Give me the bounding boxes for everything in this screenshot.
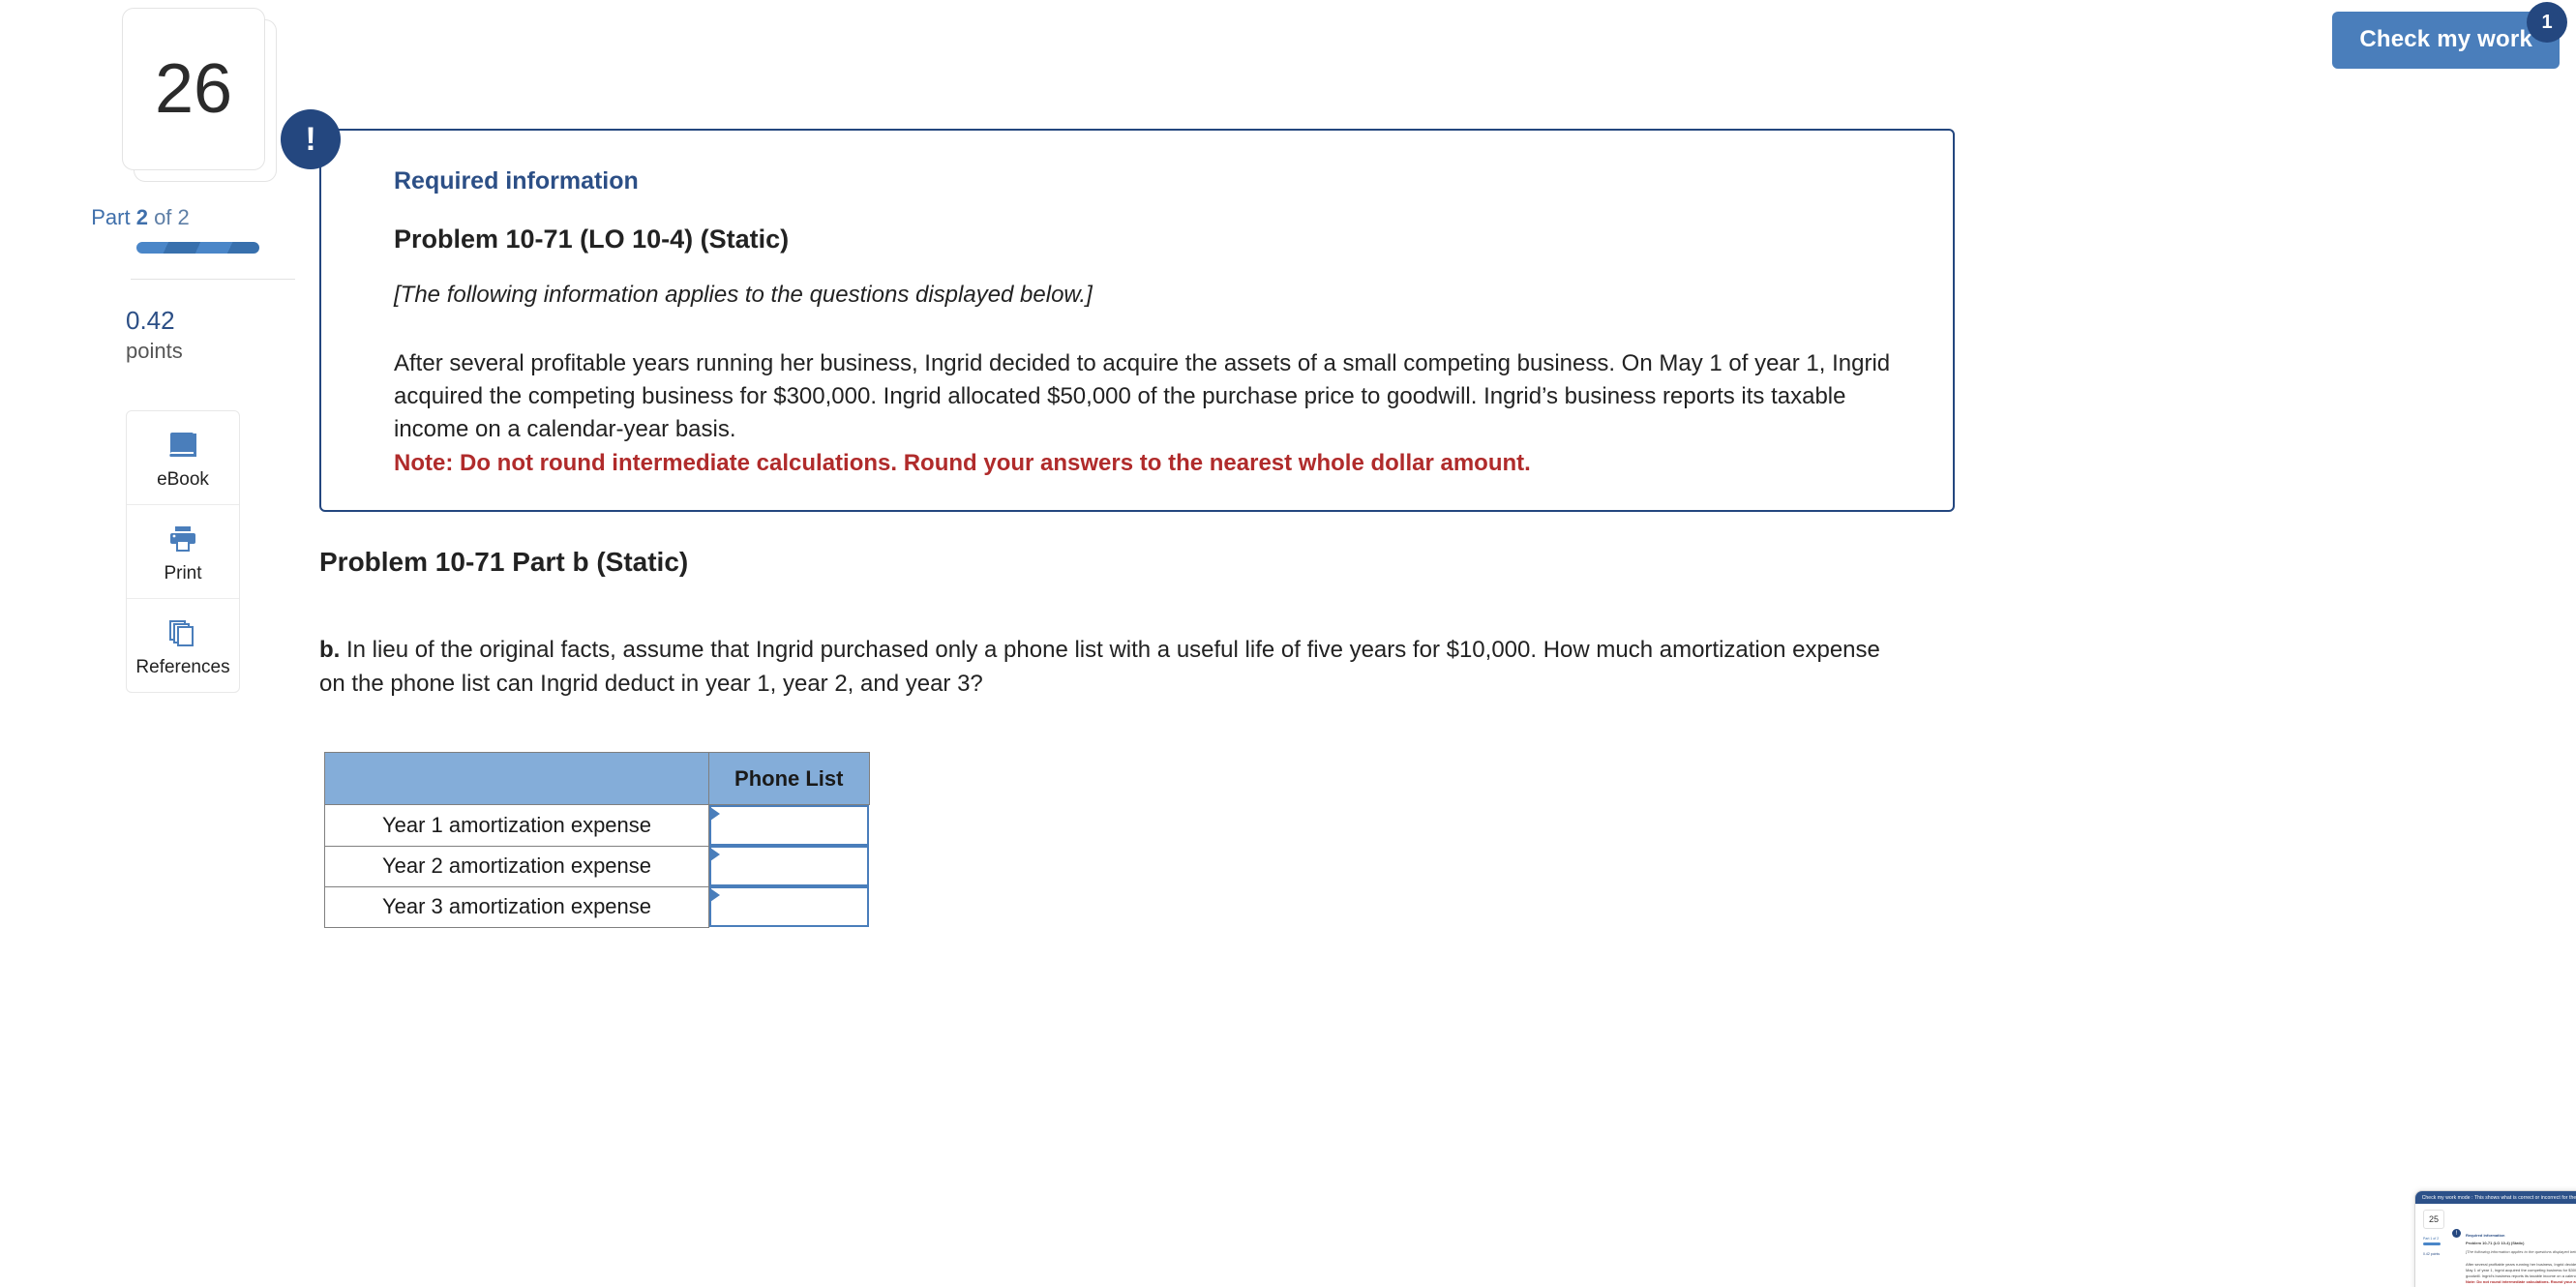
print-label: Print bbox=[164, 562, 202, 584]
tool-panel: eBook Print References bbox=[126, 409, 240, 693]
rounding-note: Note: Do not round intermediate calculat… bbox=[394, 450, 1531, 477]
thumbnail-heading: Required information bbox=[2466, 1233, 2505, 1238]
thumbnail-body-line-2: May 1 of year 1, Ingrid acquired the com… bbox=[2466, 1268, 2576, 1272]
check-my-work-button[interactable]: Check my work bbox=[2332, 12, 2560, 69]
question-text: b. In lieu of the original facts, assume… bbox=[319, 634, 1906, 702]
check-my-work-badge: 1 bbox=[2527, 2, 2567, 43]
thumbnail-question-number: 25 bbox=[2423, 1210, 2444, 1229]
answer-cell-year3 bbox=[708, 886, 869, 927]
part-progress-bar bbox=[136, 242, 259, 254]
header-phone-list: Phone List bbox=[708, 752, 870, 805]
points-value: 0.42 bbox=[126, 306, 175, 335]
part-total: of 2 bbox=[147, 205, 190, 229]
exclamation-icon: ! bbox=[281, 109, 341, 169]
thumbnail-problem-title: Problem 10-71 (LO 10-4) (Static) bbox=[2466, 1241, 2525, 1245]
answer-input-year2[interactable] bbox=[709, 846, 869, 886]
problem-body: After several profitable years running h… bbox=[394, 350, 1891, 443]
thumbnail-part-label: Part 1 of 2 bbox=[2423, 1237, 2440, 1241]
question-number: 26 bbox=[122, 8, 265, 170]
table-row: Year 2 amortization expense bbox=[324, 845, 869, 887]
problem-title: Problem 10-71 (LO 10-4) (Static) bbox=[394, 224, 790, 254]
ebook-label: eBook bbox=[157, 468, 209, 490]
sidebar-divider bbox=[131, 279, 295, 280]
check-my-work-container: Check my work 1 bbox=[2332, 2, 2567, 69]
table-row: Year 3 amortization expense bbox=[324, 885, 869, 928]
thumbnail-applies-note: [The following information applies to th… bbox=[2466, 1249, 2576, 1254]
references-button[interactable]: References bbox=[127, 599, 239, 692]
thumbnail-note: Note: Do not round intermediate calculat… bbox=[2466, 1279, 2576, 1284]
thumbnail-body-line-3: goodwill. Ingrid's business reports its … bbox=[2466, 1273, 2576, 1278]
answer-input-year1[interactable] bbox=[709, 805, 869, 846]
answer-input-year3[interactable] bbox=[709, 886, 869, 927]
part-current: 2 bbox=[135, 205, 148, 229]
thumbnail-body: 25 Part 1 of 2 0.42 points ! Required in… bbox=[2415, 1204, 2576, 1284]
printer-icon bbox=[127, 524, 239, 554]
answer-table: Phone List Year 1 amortization expense Y… bbox=[324, 752, 870, 928]
points-section: 0.42 points bbox=[126, 307, 295, 364]
thumbnail-exclamation-icon: ! bbox=[2452, 1229, 2461, 1238]
required-information-heading: Required information bbox=[394, 167, 639, 195]
question-letter: b. bbox=[319, 637, 341, 663]
thumbnail-points: 0.42 points bbox=[2423, 1252, 2441, 1256]
pages-icon bbox=[127, 618, 239, 647]
answer-cell-year1 bbox=[708, 804, 869, 846]
part-heading: Problem 10-71 Part b (Static) bbox=[319, 547, 689, 577]
required-information-box: ! Required information Problem 10-71 (LO… bbox=[281, 109, 1955, 513]
thumbnail-banner: Check my work mode : This shows what is … bbox=[2415, 1191, 2576, 1204]
header-blank bbox=[324, 752, 709, 805]
points-label: points bbox=[126, 338, 183, 363]
question-body: In lieu of the original facts, assume th… bbox=[319, 637, 1880, 697]
print-button[interactable]: Print bbox=[127, 505, 239, 599]
previous-question-thumbnail[interactable]: Check my work mode : This shows what is … bbox=[2414, 1190, 2576, 1287]
part-prefix: Part bbox=[91, 205, 136, 229]
thumbnail-body-line-1: After several profitable years running h… bbox=[2466, 1262, 2576, 1267]
table-header-row: Phone List bbox=[324, 752, 870, 805]
ebook-button[interactable]: eBook bbox=[127, 411, 239, 505]
row-label-year2: Year 2 amortization expense bbox=[324, 845, 709, 887]
thumbnail-progress-bar bbox=[2423, 1242, 2441, 1245]
part-indicator: Part 2 of 2 bbox=[0, 205, 281, 230]
applies-note: [The following information applies to th… bbox=[394, 282, 1093, 308]
references-label: References bbox=[135, 656, 230, 677]
question-number-card: 26 bbox=[122, 8, 277, 182]
question-page: Check my work 1 26 Part 2 of 2 0.42 poin… bbox=[0, 0, 2576, 1287]
book-icon bbox=[127, 431, 239, 460]
row-label-year3: Year 3 amortization expense bbox=[324, 885, 709, 928]
sidebar: 26 Part 2 of 2 0.42 points eBook Print R… bbox=[0, 0, 295, 693]
answer-cell-year2 bbox=[708, 846, 869, 886]
table-row: Year 1 amortization expense bbox=[324, 804, 869, 847]
row-label-year1: Year 1 amortization expense bbox=[324, 804, 709, 847]
